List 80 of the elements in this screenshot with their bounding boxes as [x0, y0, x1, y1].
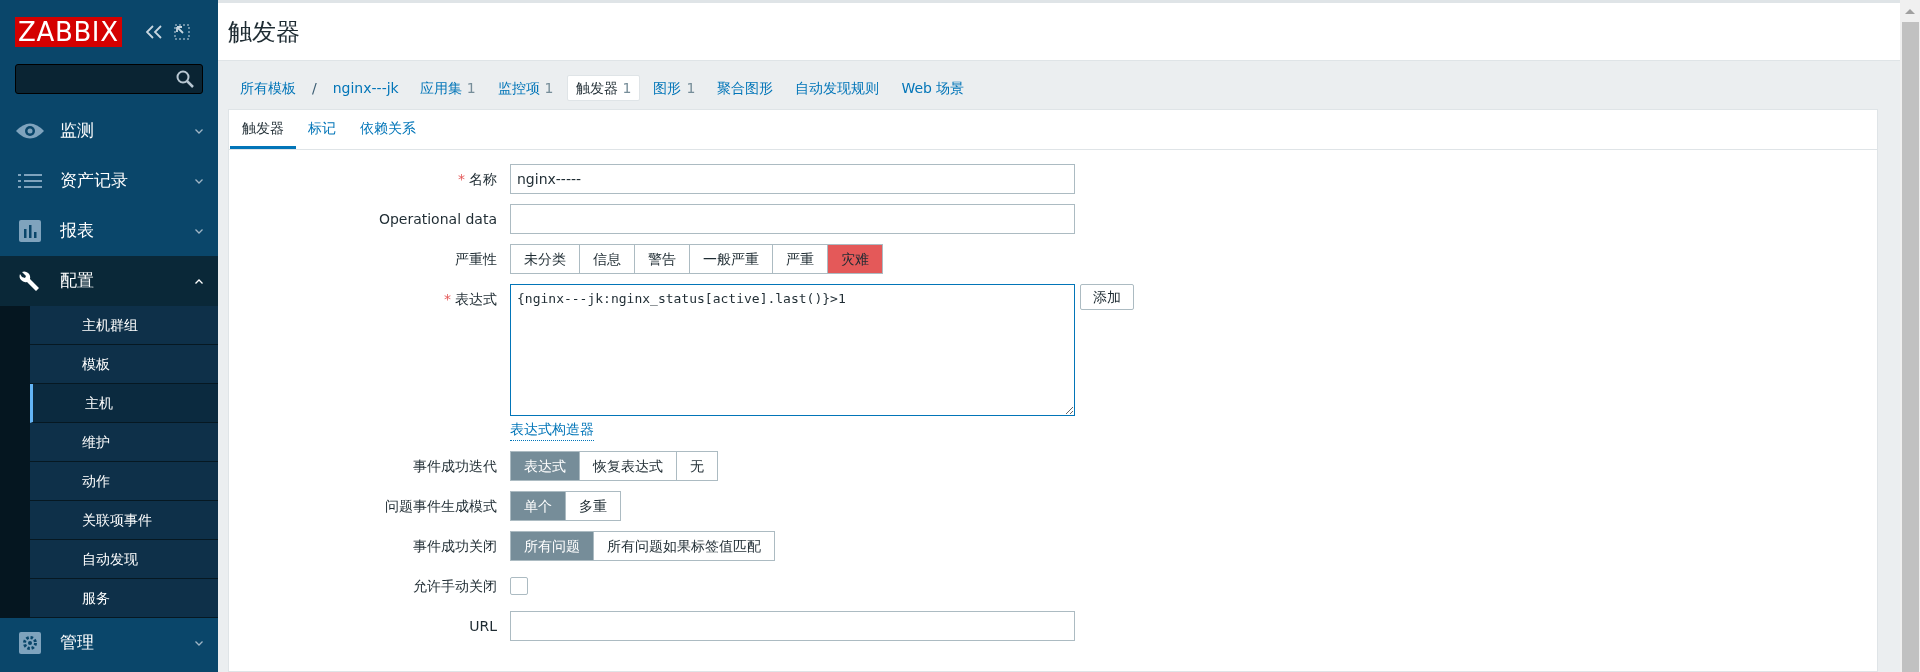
- breadcrumb-separator: /: [311, 78, 318, 98]
- expression-builder-link[interactable]: 表达式构造器: [510, 419, 594, 441]
- required-mark: *: [444, 289, 451, 309]
- nav-label: 资产记录: [60, 169, 129, 193]
- nav-tab[interactable]: Web 场景: [892, 75, 974, 101]
- search-field[interactable]: [15, 64, 203, 94]
- submenu-item[interactable]: 主机: [30, 384, 218, 423]
- nav-tab[interactable]: 聚合图形: [708, 75, 783, 101]
- chevron-down-icon: [195, 128, 203, 134]
- fullscreen-icon[interactable]: [173, 24, 190, 40]
- field-label: 事件成功关闭: [413, 536, 497, 556]
- count-label: 1: [686, 78, 696, 98]
- nav-tab[interactable]: 触发器 1: [566, 75, 641, 101]
- chevron-up-icon: [195, 278, 203, 284]
- chevron-down-icon: [195, 178, 203, 184]
- text-input[interactable]: nginx-----: [510, 164, 1075, 194]
- nav-label: 管理: [60, 631, 95, 655]
- count-label: 1: [466, 78, 476, 98]
- chevron-down-icon: [195, 228, 203, 234]
- field-label: Operational data: [378, 209, 497, 229]
- nav-tab[interactable]: 监控项 1: [488, 75, 563, 101]
- option-button[interactable]: 恢复表达式: [579, 451, 677, 481]
- option-button[interactable]: 一般严重: [689, 244, 773, 274]
- field-label: 事件成功迭代: [413, 456, 497, 476]
- tab[interactable]: 依赖关系: [348, 110, 428, 149]
- count-label: 1: [544, 78, 554, 98]
- chevron-down-icon: [195, 640, 203, 646]
- count-label: 1: [622, 78, 632, 98]
- nav-tab[interactable]: 应用集 1: [410, 75, 485, 101]
- nav-label: 监测: [60, 119, 95, 143]
- tab[interactable]: 触发器: [230, 110, 296, 149]
- add-button[interactable]: 添加: [1080, 284, 1134, 310]
- logo: ZABBIX: [15, 17, 122, 47]
- scroll-up-icon[interactable]: [1905, 8, 1915, 14]
- page-title: 触发器: [228, 16, 300, 48]
- option-button[interactable]: 多重: [565, 491, 621, 521]
- submenu-item[interactable]: 关联项事件: [30, 501, 218, 540]
- option-button[interactable]: 严重: [772, 244, 828, 274]
- wrench-icon: [18, 269, 42, 293]
- option-button[interactable]: 警告: [634, 244, 690, 274]
- search-icon[interactable]: [176, 70, 194, 88]
- field-label: URL: [469, 616, 497, 636]
- nav-item[interactable]: 管理: [0, 618, 218, 668]
- text-input[interactable]: [510, 611, 1075, 641]
- field-label: 表达式: [455, 289, 497, 309]
- submenu-item[interactable]: 维护: [30, 423, 218, 462]
- list-icon: [18, 173, 42, 189]
- submenu-item[interactable]: 自动发现: [30, 540, 218, 579]
- checkbox[interactable]: [510, 577, 528, 595]
- eye-icon: [15, 122, 45, 140]
- nav-item[interactable]: 资产记录: [0, 156, 218, 206]
- text-input[interactable]: [510, 204, 1075, 234]
- option-button[interactable]: 信息: [579, 244, 635, 274]
- field-label: 名称: [469, 169, 497, 189]
- collapse-icon[interactable]: [145, 25, 162, 39]
- bar-chart-icon: [19, 220, 41, 242]
- submenu-item[interactable]: 动作: [30, 462, 218, 501]
- submenu-item[interactable]: 服务: [30, 579, 218, 618]
- breadcrumb-link[interactable]: 所有模板: [232, 75, 304, 101]
- submenu-item[interactable]: 主机群组: [30, 306, 218, 345]
- nav-label: 配置: [60, 269, 95, 293]
- nav-item[interactable]: 配置: [0, 256, 218, 306]
- option-button[interactable]: 灾难: [827, 244, 883, 274]
- expression-textarea[interactable]: {nginx---jk:nginx_status[active].last()}>1: [510, 284, 1075, 416]
- nav-tab[interactable]: 自动发现规则: [786, 75, 889, 101]
- nav-item[interactable]: 报表: [0, 206, 218, 256]
- settings-icon: [19, 632, 41, 654]
- nav-tab[interactable]: 图形 1: [644, 75, 705, 101]
- option-button[interactable]: 未分类: [510, 244, 580, 274]
- option-button[interactable]: 所有问题如果标签值匹配: [593, 531, 775, 561]
- field-label: 严重性: [455, 249, 497, 269]
- tab[interactable]: 标记: [296, 110, 348, 149]
- submenu-item[interactable]: 模板: [30, 345, 218, 384]
- option-button[interactable]: 无: [676, 451, 718, 481]
- nav-label: 报表: [60, 219, 95, 243]
- field-label: 允许手动关闭: [413, 576, 497, 596]
- breadcrumb-link[interactable]: nginx---jk: [324, 75, 407, 101]
- field-label: 问题事件生成模式: [385, 496, 497, 516]
- nav-item[interactable]: 监测: [0, 106, 218, 156]
- required-mark: *: [458, 169, 465, 189]
